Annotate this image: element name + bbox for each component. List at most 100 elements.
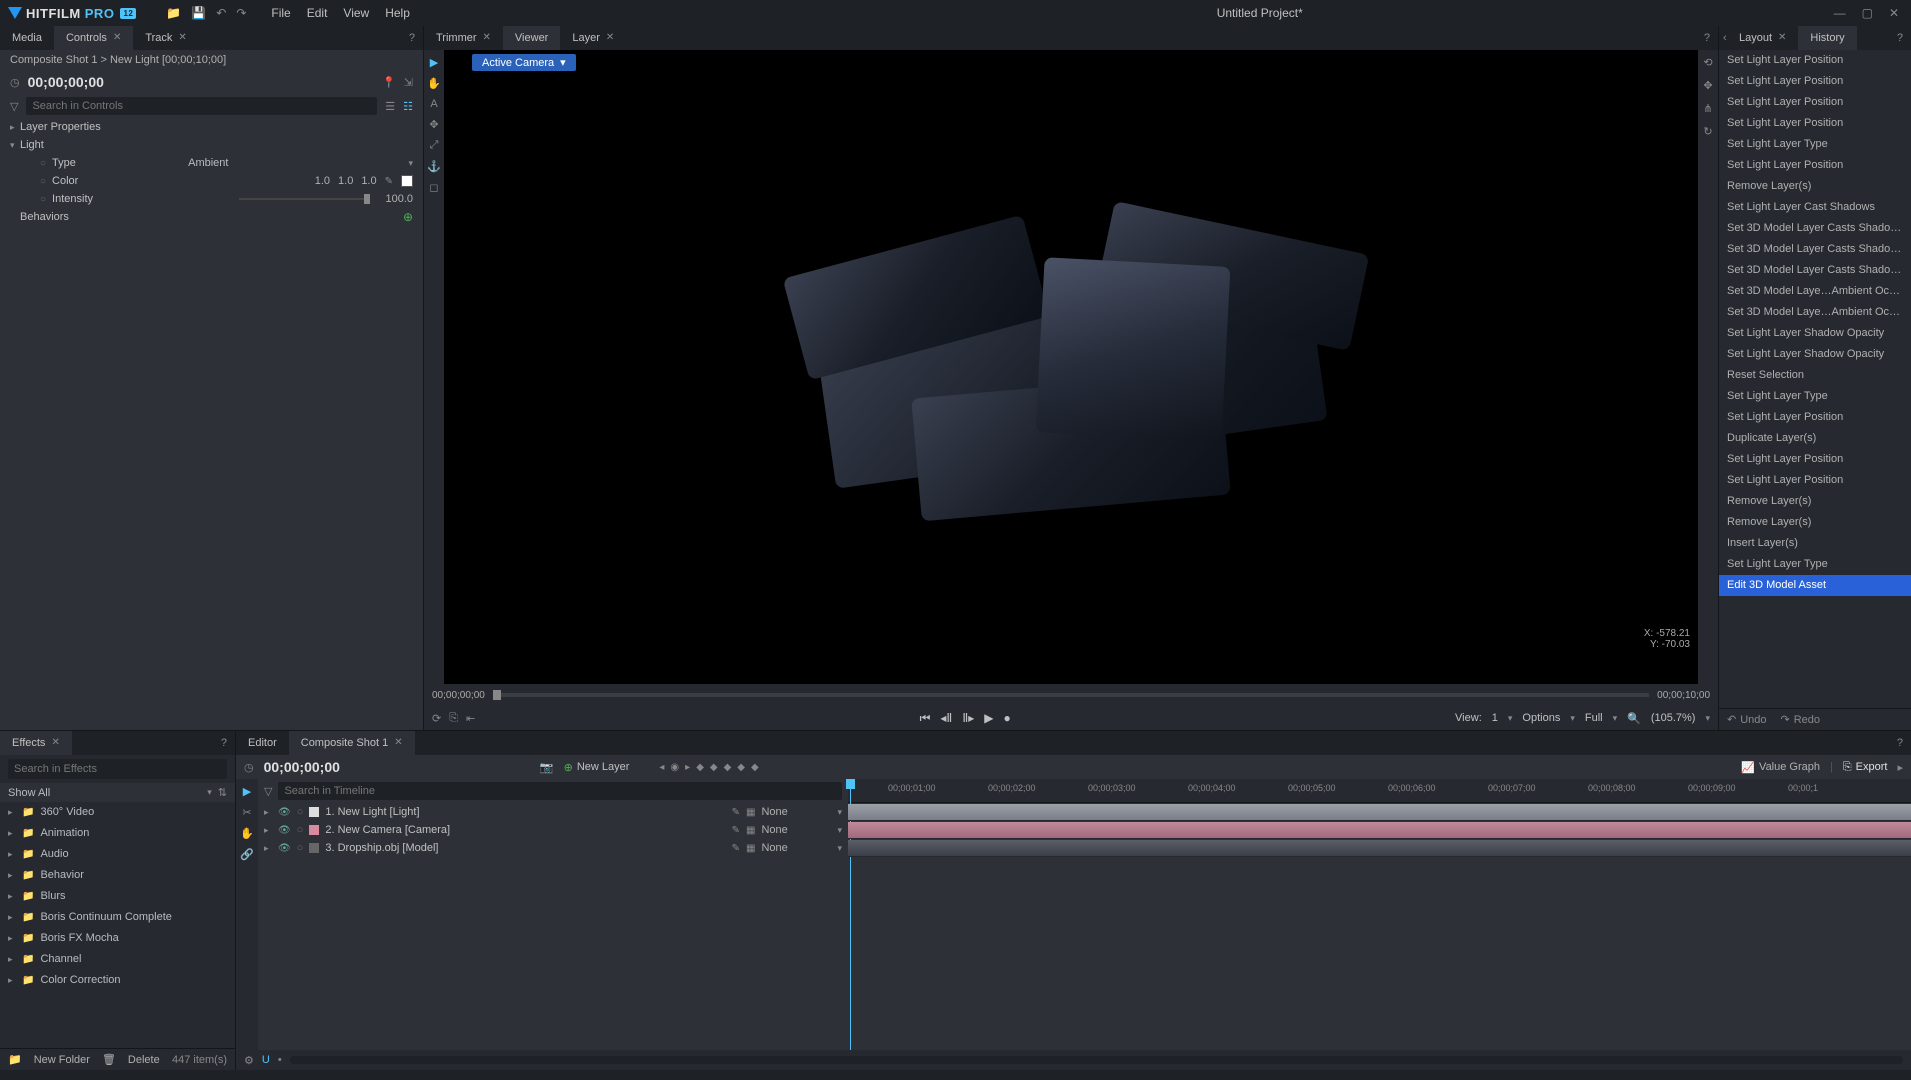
- tab-trimmer[interactable]: Trimmer✕: [424, 26, 503, 50]
- color-swatch[interactable]: [401, 175, 413, 187]
- timeline-clip[interactable]: [848, 840, 1911, 856]
- kf-hold-icon[interactable]: ◆: [751, 762, 759, 773]
- orbit-icon[interactable]: ⟲: [1703, 56, 1712, 69]
- filter-icon[interactable]: ▽: [10, 100, 18, 113]
- hand-tool-icon[interactable]: ✋: [427, 77, 441, 90]
- select-tool-icon[interactable]: ▶: [430, 56, 438, 69]
- color-b[interactable]: 1.0: [361, 175, 376, 187]
- chevron-left-icon[interactable]: ‹: [1719, 32, 1727, 44]
- close-icon[interactable]: ✕: [113, 26, 121, 50]
- solo-icon[interactable]: ○: [297, 824, 304, 836]
- history-item[interactable]: Remove Layer(s): [1719, 491, 1911, 512]
- history-item[interactable]: Set Light Layer Type: [1719, 134, 1911, 155]
- close-icon[interactable]: ✕: [1885, 6, 1903, 20]
- color-r[interactable]: 1.0: [315, 175, 330, 187]
- edit-icon[interactable]: ✎: [732, 825, 740, 836]
- select-tool-icon[interactable]: ▶: [243, 785, 251, 798]
- prop-color[interactable]: ○Color 1.0 1.0 1.0 ✎: [0, 172, 423, 190]
- effects-filter-row[interactable]: Show All ▾ ⇅: [0, 783, 235, 802]
- blend-icon[interactable]: ▦: [746, 825, 755, 836]
- filter-icon[interactable]: ▽: [264, 785, 272, 798]
- record-icon[interactable]: ●: [1003, 711, 1010, 726]
- scale-tool-icon[interactable]: ⤢: [430, 139, 439, 152]
- tab-track[interactable]: Track✕: [133, 26, 198, 50]
- close-icon[interactable]: ✕: [178, 26, 186, 50]
- help-icon[interactable]: ?: [1696, 32, 1718, 44]
- close-icon[interactable]: ✕: [1778, 26, 1786, 50]
- gear-icon[interactable]: ⚙: [244, 1054, 254, 1067]
- expand-icon[interactable]: ⇲: [404, 76, 413, 89]
- history-item[interactable]: Set Light Layer Position: [1719, 449, 1911, 470]
- blend-icon[interactable]: ▦: [746, 843, 755, 854]
- minimize-icon[interactable]: —: [1830, 6, 1850, 20]
- history-item[interactable]: Set Light Layer Cast Shadows: [1719, 197, 1911, 218]
- add-behavior-icon[interactable]: ⊕: [403, 210, 413, 224]
- timeline-ruler[interactable]: 00;00;01;0000;00;02;0000;00;03;0000;00;0…: [848, 779, 1911, 803]
- chevron-down-icon[interactable]: ▾: [837, 825, 842, 836]
- chevron-down-icon[interactable]: ▾: [837, 807, 842, 818]
- tab-controls[interactable]: Controls✕: [54, 26, 133, 50]
- undo-button[interactable]: ↶ Undo: [1727, 713, 1767, 726]
- behaviors-row[interactable]: Behaviors ⊕: [0, 208, 423, 226]
- history-item[interactable]: Duplicate Layer(s): [1719, 428, 1911, 449]
- history-item[interactable]: Set Light Layer Position: [1719, 407, 1911, 428]
- menu-view[interactable]: View: [343, 6, 369, 20]
- playbar-left-tc[interactable]: 00;00;00;00: [432, 690, 485, 701]
- prev-frame-icon[interactable]: ◂Ⅱ: [940, 711, 952, 726]
- eyedropper-icon[interactable]: ✎: [385, 176, 393, 187]
- save-icon[interactable]: 💾: [191, 6, 206, 20]
- history-item[interactable]: Reset Selection: [1719, 365, 1911, 386]
- chevron-right-icon[interactable]: ▸: [1897, 761, 1903, 774]
- goto-start-icon[interactable]: ⏮: [920, 711, 931, 726]
- in-out-icon[interactable]: ⇤: [466, 712, 475, 725]
- pin-icon[interactable]: 📍: [382, 76, 396, 89]
- history-item[interactable]: Set Light Layer Position: [1719, 113, 1911, 134]
- effects-category[interactable]: ▸📁Animation: [0, 823, 235, 844]
- prev-kf-icon[interactable]: ◂: [659, 762, 664, 773]
- history-item[interactable]: Set Light Layer Position: [1719, 92, 1911, 113]
- layer-color-swatch[interactable]: [309, 807, 319, 817]
- intensity-value[interactable]: 100.0: [385, 193, 413, 205]
- tab-editor[interactable]: Editor: [236, 731, 289, 755]
- prop-type[interactable]: ○Type Ambient ▾: [0, 154, 423, 172]
- kf-circle-icon[interactable]: ◉: [670, 762, 679, 773]
- u-icon[interactable]: U: [262, 1054, 270, 1066]
- playbar-track[interactable]: [493, 693, 1649, 697]
- blend-icon[interactable]: ▦: [746, 807, 755, 818]
- effects-category[interactable]: ▸📁Channel: [0, 949, 235, 970]
- timeline-track[interactable]: [848, 821, 1911, 839]
- hand-tool-icon[interactable]: ✋: [240, 827, 254, 840]
- options-dropdown[interactable]: Options: [1522, 712, 1560, 724]
- undo-icon[interactable]: ↶: [216, 6, 226, 20]
- anchor-tool-icon[interactable]: ⚓: [427, 160, 441, 173]
- mask-tool-icon[interactable]: ◻: [429, 181, 438, 194]
- snapshot-icon[interactable]: 📷: [540, 761, 554, 774]
- history-item[interactable]: Set 3D Model Laye…Ambient Occlusion: [1719, 281, 1911, 302]
- slice-tool-icon[interactable]: ✂: [242, 806, 251, 819]
- history-item[interactable]: Set Light Layer Position: [1719, 71, 1911, 92]
- share-icon[interactable]: ⋔: [1703, 102, 1712, 115]
- solo-icon[interactable]: ○: [297, 806, 304, 818]
- history-item[interactable]: Set Light Layer Type: [1719, 386, 1911, 407]
- kf-linear-icon[interactable]: ◆: [737, 762, 745, 773]
- effects-category[interactable]: ▸📁Color Correction: [0, 970, 235, 991]
- open-icon[interactable]: 📁: [166, 6, 181, 20]
- intensity-slider[interactable]: [239, 198, 369, 200]
- value-graph-button[interactable]: 📈 Value Graph: [1741, 761, 1820, 774]
- help-icon[interactable]: ?: [1889, 737, 1911, 749]
- viewer-canvas[interactable]: Active Camera ▾ X: -578.21 Y: -70.03: [444, 50, 1698, 684]
- edit-icon[interactable]: ✎: [732, 807, 740, 818]
- kf-diamond-icon[interactable]: ◆: [696, 762, 704, 773]
- close-icon[interactable]: ✕: [606, 26, 614, 50]
- history-item[interactable]: Set Light Layer Type: [1719, 554, 1911, 575]
- help-icon[interactable]: ?: [1889, 32, 1911, 44]
- light-header[interactable]: ▾Light: [0, 136, 423, 154]
- camera-selector[interactable]: Active Camera ▾: [472, 54, 576, 71]
- new-folder-button[interactable]: New Folder: [34, 1054, 90, 1066]
- timeline-search-input[interactable]: [278, 782, 842, 800]
- color-g[interactable]: 1.0: [338, 175, 353, 187]
- layer-color-swatch[interactable]: [309, 825, 319, 835]
- close-icon[interactable]: ✕: [483, 26, 491, 50]
- close-icon[interactable]: ✕: [51, 731, 59, 755]
- play-icon[interactable]: ▶: [984, 711, 993, 726]
